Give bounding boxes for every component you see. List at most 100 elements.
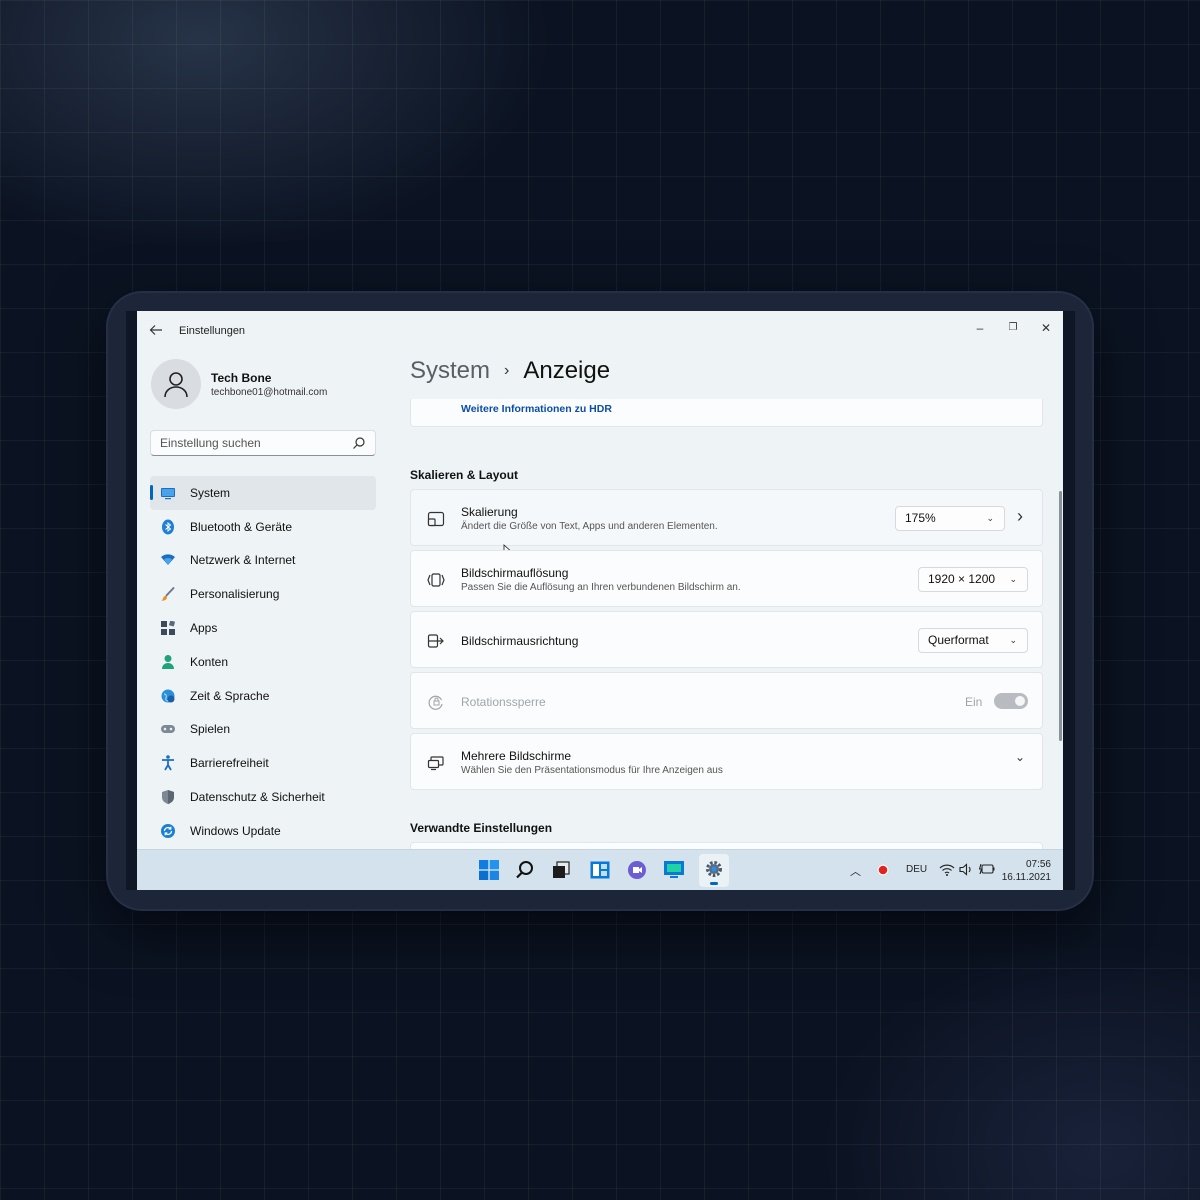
related-settings-card[interactable] <box>410 842 1043 849</box>
sidebar-item-gaming[interactable]: Spielen <box>150 713 376 747</box>
person-icon <box>160 654 176 670</box>
gear-icon <box>706 861 722 877</box>
wifi-icon[interactable] <box>939 863 955 876</box>
app-button[interactable] <box>663 859 685 881</box>
chevron-down-icon: ⌄ <box>1009 574 1017 584</box>
windows-logo-icon <box>479 860 499 880</box>
sidebar-item-label: Zeit & Sprache <box>190 688 270 703</box>
sidebar-item-personalization[interactable]: Personalisierung <box>150 577 376 611</box>
bluetooth-icon <box>160 519 176 535</box>
resolution-dropdown[interactable]: 1920 × 1200 ⌄ <box>918 567 1028 592</box>
chat-icon <box>628 861 646 879</box>
section-title-related: Verwandte Einstellungen <box>410 821 553 835</box>
teams-chat-button[interactable] <box>626 859 648 881</box>
resolution-value: 1920 × 1200 <box>928 572 996 586</box>
orientation-dropdown[interactable]: Querformat ⌄ <box>918 628 1028 653</box>
settings-window: Einstellungen – ❐ ✕ Tech Bone techbone01… <box>137 311 1063 890</box>
user-email: techbone01@hotmail.com <box>211 387 328 398</box>
sidebar-item-label: Datenschutz & Sicherheit <box>190 790 325 805</box>
page-title: Anzeige <box>523 357 611 384</box>
hdr-card[interactable]: Weitere Informationen zu HDR › <box>410 399 1043 427</box>
scaling-row[interactable]: Skalierung Ändert die Größe von Text, Ap… <box>410 489 1043 546</box>
settings-taskbar-button[interactable] <box>699 854 729 887</box>
task-view-icon <box>553 861 570 878</box>
scrollbar[interactable] <box>1059 491 1062 741</box>
scaling-value: 175% <box>905 511 936 525</box>
resolution-subtitle: Passen Sie die Auflösung an Ihren verbun… <box>461 582 741 593</box>
title-bar: Einstellungen – ❐ ✕ <box>137 311 1063 349</box>
tablet-bezel-right <box>1063 311 1075 890</box>
sidebar-item-time-language[interactable]: Zeit & Sprache <box>150 679 376 713</box>
start-button[interactable] <box>478 859 500 881</box>
task-view-button[interactable] <box>550 859 572 881</box>
rotation-lock-toggle[interactable] <box>994 693 1028 709</box>
widgets-icon <box>590 861 610 879</box>
monitor-app-icon <box>664 861 684 878</box>
shield-icon <box>160 789 176 805</box>
sidebar-item-privacy[interactable]: Datenschutz & Sicherheit <box>150 780 376 814</box>
language-indicator[interactable]: DEU <box>906 864 927 875</box>
rotation-lock-state: Ein <box>965 695 983 709</box>
search-input[interactable] <box>151 431 341 455</box>
chevron-right-icon[interactable]: › <box>1017 506 1023 527</box>
tablet-bezel-left <box>126 311 137 890</box>
chevron-down-icon: ⌄ <box>986 513 994 523</box>
close-button[interactable]: ✕ <box>1031 317 1061 339</box>
rotation-lock-title: Rotationssperre <box>461 695 546 709</box>
record-icon[interactable] <box>876 863 890 877</box>
clock[interactable]: 07:56 16.11.2021 <box>1002 858 1051 884</box>
taskbar: ︿ DEU 07:56 16.11.2021 <box>137 849 1063 890</box>
search-icon <box>516 861 533 879</box>
multiple-displays-row[interactable]: Mehrere Bildschirme Wählen Sie den Präse… <box>410 733 1043 790</box>
sidebar-item-bluetooth[interactable]: Bluetooth & Geräte <box>150 510 376 544</box>
rotation-lock-row: Rotationssperre Ein <box>410 672 1043 729</box>
show-hidden-icons-button[interactable]: ︿ <box>850 863 861 879</box>
multiple-displays-icon <box>427 756 444 771</box>
sidebar-item-accounts[interactable]: Konten <box>150 645 376 679</box>
multiple-displays-subtitle: Wählen Sie den Präsentationsmodus für Ih… <box>461 765 723 776</box>
back-button[interactable] <box>149 323 165 339</box>
maximize-button[interactable]: ❐ <box>998 317 1028 339</box>
scaling-subtitle: Ändert die Größe von Text, Apps und ande… <box>461 521 718 532</box>
update-icon <box>160 823 176 839</box>
breadcrumb-parent[interactable]: System <box>410 357 490 385</box>
gamepad-icon <box>160 721 176 737</box>
sidebar-item-network[interactable]: Netzwerk & Internet <box>150 544 376 578</box>
search-icon[interactable] <box>352 436 366 450</box>
sidebar-item-windows-update[interactable]: Windows Update <box>150 814 376 848</box>
sidebar-item-accessibility[interactable]: Barrierefreiheit <box>150 746 376 780</box>
orientation-row[interactable]: Bildschirmausrichtung Querformat ⌄ <box>410 611 1043 668</box>
breadcrumb-separator: › <box>504 362 510 379</box>
minimize-button[interactable]: – <box>965 317 995 339</box>
back-arrow-icon <box>149 325 162 335</box>
taskbar-search-button[interactable] <box>514 859 536 881</box>
brush-icon <box>160 586 176 602</box>
main-content: Weitere Informationen zu HDR › Skalieren… <box>410 399 1043 849</box>
resolution-row[interactable]: Bildschirmauflösung Passen Sie die Auflö… <box>410 550 1043 607</box>
sidebar-item-label: Personalisierung <box>190 587 280 602</box>
apps-icon <box>160 620 176 636</box>
user-silhouette-icon <box>164 372 188 398</box>
orientation-icon <box>427 634 444 648</box>
resolution-title: Bildschirmauflösung <box>461 566 569 580</box>
chevron-down-icon: ⌄ <box>1009 635 1017 645</box>
sidebar-item-label: Apps <box>190 621 218 636</box>
search-box <box>150 430 376 456</box>
battery-charging-icon[interactable] <box>979 863 995 876</box>
avatar[interactable] <box>151 359 201 409</box>
volume-icon[interactable] <box>959 863 973 876</box>
sidebar-item-label: Windows Update <box>190 823 281 838</box>
sidebar-item-apps[interactable]: Apps <box>150 611 376 645</box>
chevron-down-icon[interactable]: ⌄ <box>1015 750 1025 764</box>
hdr-info-link[interactable]: Weitere Informationen zu HDR <box>461 403 612 415</box>
section-title-scaling: Skalieren & Layout <box>410 468 519 482</box>
sidebar-item-system[interactable]: System <box>150 476 376 510</box>
scaling-title: Skalierung <box>461 505 518 519</box>
scaling-dropdown[interactable]: 175% ⌄ <box>895 506 1005 531</box>
clock-date: 16.11.2021 <box>1001 872 1051 883</box>
sidebar-item-label: Bluetooth & Geräte <box>190 519 293 534</box>
rotation-lock-icon <box>428 695 443 710</box>
multiple-displays-title: Mehrere Bildschirme <box>461 749 572 763</box>
monitor-icon <box>160 485 176 501</box>
widgets-button[interactable] <box>589 859 611 881</box>
